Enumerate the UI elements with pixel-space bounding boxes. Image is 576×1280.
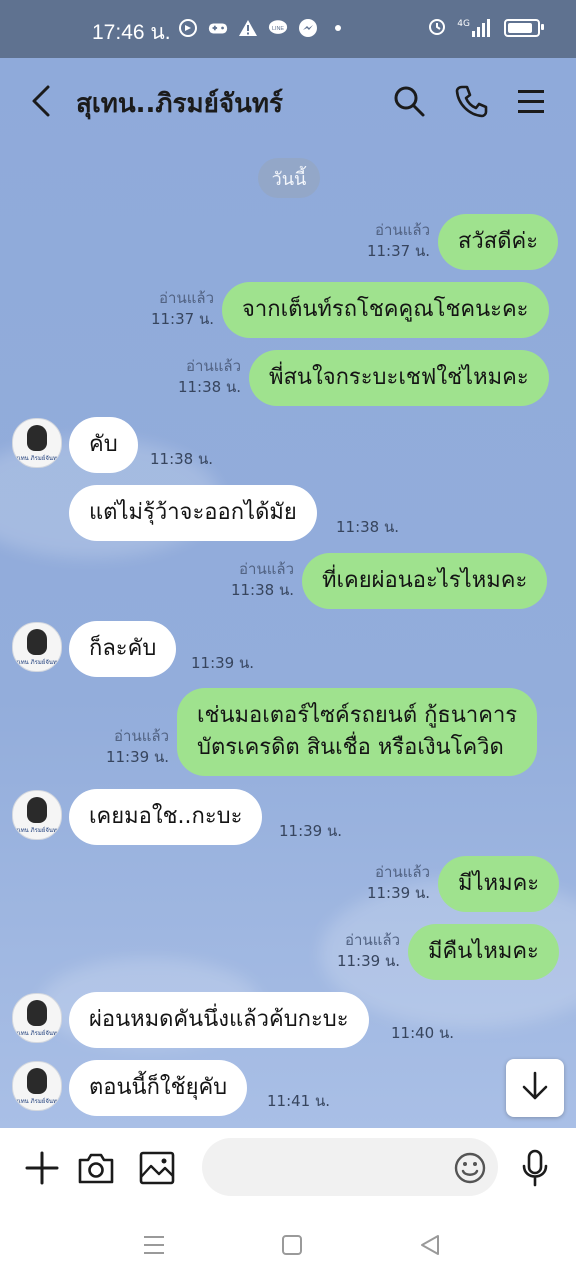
emoji-icon[interactable] (450, 1148, 490, 1188)
avatar-caption: สุเทน ภิรมย์จันทร์ (15, 455, 61, 462)
line-icon: LINE (268, 18, 288, 38)
microphone-icon[interactable] (515, 1148, 555, 1188)
incoming-message[interactable]: ตอนนี้ก็ใช้ยุคับ (69, 1060, 248, 1116)
outgoing-message[interactable]: จากเต็นท์รถโชคคูณโชคนะคะ (222, 282, 549, 338)
read-receipt: อ่านแล้ว (239, 560, 294, 578)
avatar[interactable]: สุเทน ภิรมย์จันทร์ (12, 790, 62, 840)
message-time: 11:37 น. (150, 310, 214, 328)
message-time: 11:39 น. (336, 952, 400, 970)
search-icon[interactable] (392, 84, 426, 118)
plus-icon[interactable] (22, 1148, 62, 1188)
back-nav-icon[interactable] (416, 1232, 444, 1258)
status-time: 17:46 น. (92, 21, 171, 44)
alarm-icon (427, 16, 447, 40)
message-time: 11:37 น. (366, 242, 430, 260)
svg-text:LINE: LINE (272, 26, 284, 32)
image-icon[interactable] (137, 1148, 177, 1188)
message-meta: อ่านแล้ว 11:39 น. (89, 726, 169, 768)
message-time: 11:38 น. (230, 581, 294, 599)
gamepad-icon (208, 18, 228, 38)
message-time: 11:39 น. (191, 654, 255, 672)
message-time: 11:38 น. (150, 450, 214, 468)
message-meta: อ่านแล้ว 11:37 น. (134, 288, 214, 330)
outgoing-message[interactable]: มีไหมคะ (438, 856, 560, 912)
message-line: เช่นมอเตอร์ไซค์รถยนต์ กู้ธนาคาร (197, 703, 518, 728)
outgoing-message[interactable]: พี่สนใจกระบะเชฟใช่ไหมคะ (249, 350, 549, 406)
dot-icon (328, 18, 348, 38)
read-receipt: อ่านแล้ว (114, 727, 169, 745)
status-right: 4G (427, 16, 544, 40)
read-receipt: อ่านแล้ว (375, 221, 430, 239)
recent-apps-icon[interactable] (140, 1232, 168, 1258)
incoming-message[interactable]: ผ่อนหมดคันนึ่งแล้วค้บกะบะ (69, 992, 369, 1048)
menu-icon[interactable] (516, 84, 550, 118)
avatar-caption: สุเทน ภิรมย์จันทร์ (15, 1098, 61, 1105)
system-navigation-bar (0, 1210, 576, 1280)
avatar-caption: สุเทน ภิรมย์จันทร์ (15, 659, 61, 666)
signal-icon: 4G (457, 19, 494, 37)
avatar[interactable]: สุเทน ภิรมย์จันทร์ (12, 622, 62, 672)
outgoing-message[interactable]: สวัสดีค่ะ (438, 214, 559, 270)
headphone-icon (178, 18, 198, 38)
message-time: 11:39 น. (105, 748, 169, 766)
message-meta: อ่านแล้ว 11:38 น. (161, 356, 241, 398)
message-meta: อ่านแล้ว 11:39 น. (320, 930, 400, 972)
read-receipt: อ่านแล้ว (345, 931, 400, 949)
incoming-message[interactable]: แต่ไม่รุ้ว้าจะออกได้มัย (69, 485, 317, 541)
message-time: 11:41 น. (267, 1092, 331, 1110)
camera-icon[interactable] (76, 1148, 116, 1188)
avatar-caption: สุเทน ภิรมย์จันทร์ (15, 827, 61, 834)
message-line: บัตรเครดิต สินเชื่อ หรือเงินโควิด (197, 735, 504, 760)
read-receipt: อ่านแล้ว (186, 357, 241, 375)
message-meta: อ่านแล้ว 11:38 น. (214, 559, 294, 601)
network-label: 4G (457, 19, 470, 29)
avatar-caption: สุเทน ภิรมย์จันทร์ (15, 1030, 61, 1037)
avatar[interactable]: สุเทน ภิรมย์จันทร์ (12, 993, 62, 1043)
outgoing-message[interactable]: ที่เคยผ่อนอะไรไหมคะ (302, 553, 548, 609)
avatar[interactable]: สุเทน ภิรมย์จันทร์ (12, 1061, 62, 1111)
notification-icons: LINE (178, 18, 348, 38)
message-input-bar (0, 1128, 576, 1210)
message-meta: อ่านแล้ว 11:39 น. (350, 862, 430, 904)
messenger-icon (298, 18, 318, 38)
read-receipt: อ่านแล้ว (375, 863, 430, 881)
outgoing-message[interactable]: มีคืนไหมคะ (408, 924, 559, 980)
chat-title[interactable]: สุเทน..ภิรมย์จันทร์ (76, 83, 283, 124)
warning-icon (238, 18, 258, 38)
phone-icon[interactable] (454, 84, 488, 118)
incoming-message[interactable]: เคยมอใช..กะบะ (69, 789, 263, 845)
avatar[interactable]: สุเทน ภิรมย์จันทร์ (12, 418, 62, 468)
date-divider: วันนี้ (258, 158, 320, 198)
status-bar: 17:46 น. LINE 4G (0, 0, 576, 58)
chat-header: สุเทน..ภิรมย์จันทร์ (0, 58, 576, 146)
incoming-message[interactable]: คับ (69, 417, 138, 473)
message-meta: อ่านแล้ว 11:37 น. (350, 220, 430, 262)
message-time: 11:39 น. (366, 884, 430, 902)
arrow-down-icon (521, 1071, 549, 1105)
battery-icon (504, 19, 544, 37)
back-icon[interactable] (28, 84, 58, 118)
message-time: 11:39 น. (279, 822, 343, 840)
message-time: 11:40 น. (391, 1024, 455, 1042)
home-icon[interactable] (278, 1232, 306, 1258)
message-time: 11:38 น. (177, 378, 241, 396)
incoming-message[interactable]: ก็ละคับ (69, 621, 177, 677)
read-receipt: อ่านแล้ว (159, 289, 214, 307)
outgoing-message[interactable]: เช่นมอเตอร์ไซค์รถยนต์ กู้ธนาคาร บัตรเครด… (177, 688, 538, 776)
message-time: 11:38 น. (336, 518, 400, 536)
scroll-to-bottom-button[interactable] (506, 1059, 564, 1117)
